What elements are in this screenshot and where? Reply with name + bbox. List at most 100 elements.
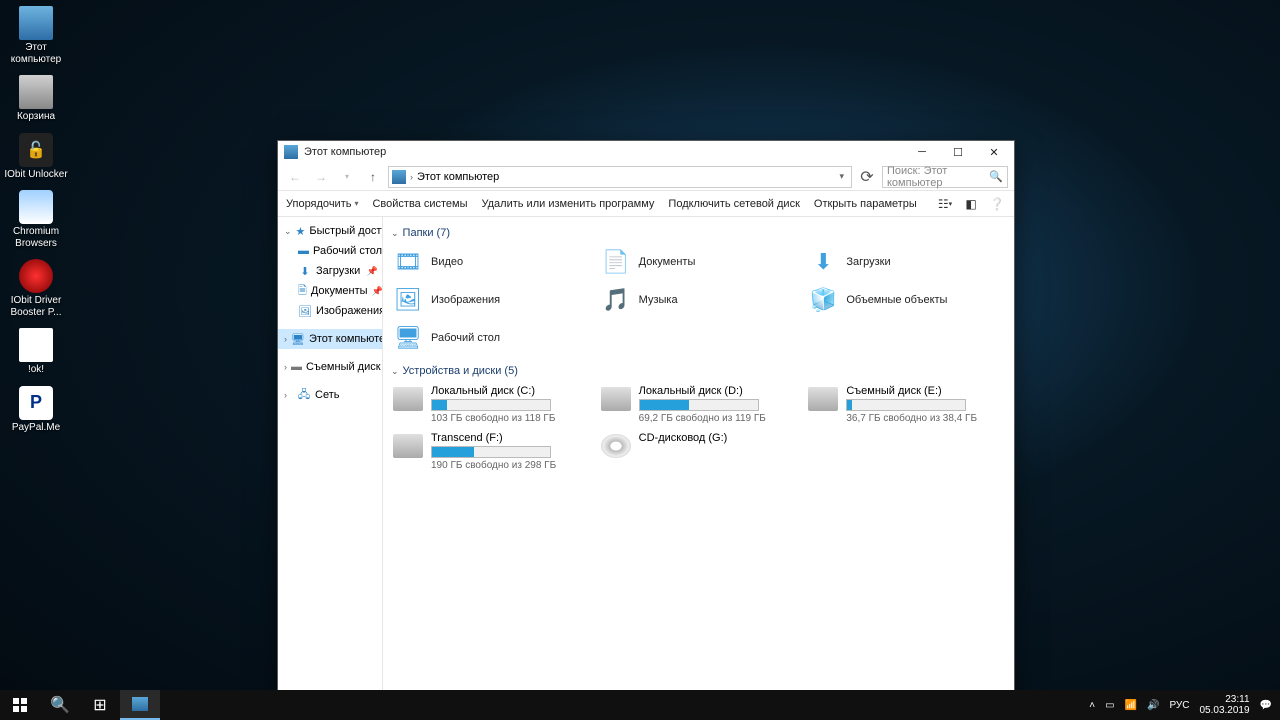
recent-locations-button[interactable]: ▾: [336, 166, 358, 188]
desktop-icon-iobit-unlocker[interactable]: 🔓IObit Unlocker: [4, 133, 68, 181]
folder-name: Видео: [431, 256, 463, 268]
desktop-icon-chromium[interactable]: Chromium Browsers: [4, 190, 68, 249]
desktop-icon: ▬: [298, 244, 309, 258]
maximize-button[interactable]: ☐: [940, 141, 976, 163]
folder-icon: 🎞: [393, 247, 423, 277]
drive-icon: [393, 434, 423, 458]
desktop-icon-paypal[interactable]: PPayPal.Me: [4, 386, 68, 434]
language-indicator[interactable]: РУС: [1169, 700, 1189, 711]
address-bar: ← → ▾ ↑ › Этот компьютер ▾ ⟳ Поиск: Этот…: [278, 163, 1014, 191]
notifications-button[interactable]: 💬: [1260, 700, 1272, 711]
capacity-bar: [431, 399, 551, 411]
folder-name: Загрузки: [846, 256, 890, 268]
refresh-button[interactable]: ⟳: [856, 166, 878, 188]
folder-item[interactable]: 📄Документы: [599, 245, 799, 279]
titlebar[interactable]: Этот компьютер ─ ☐ ✕: [278, 141, 1014, 163]
sidebar-item-removable[interactable]: ›▬Съемный диск (E:): [278, 357, 382, 377]
drive-name: Локальный диск (D:): [639, 385, 797, 397]
search-input[interactable]: Поиск: Этот компьютер 🔍: [882, 166, 1008, 188]
sidebar-item-quick-access[interactable]: ⌄★Быстрый доступ: [278, 221, 382, 241]
drive-item[interactable]: Локальный диск (C:)103 ГБ свободно из 11…: [391, 383, 591, 426]
desktop-icon-driver-booster[interactable]: IObit Driver Booster P...: [4, 259, 68, 318]
address-input[interactable]: › Этот компьютер ▾: [388, 166, 852, 188]
drive-name: Съемный диск (E:): [846, 385, 1004, 397]
clock[interactable]: 23:1105.03.2019: [1199, 694, 1249, 716]
folder-icon: 🖼: [393, 285, 423, 315]
folder-name: Изображения: [431, 294, 500, 306]
driver-booster-icon: [19, 259, 53, 293]
drive-item[interactable]: Съемный диск (E:)36,7 ГБ свободно из 38,…: [806, 383, 1006, 426]
toolbar: Упорядочить▾ Свойства системы Удалить ил…: [278, 191, 1014, 217]
window-title: Этот компьютер: [304, 146, 904, 158]
tray-chevron-up-icon[interactable]: ˄: [1089, 700, 1095, 711]
capacity-bar: [846, 399, 966, 411]
task-view-button[interactable]: ⊞: [80, 690, 120, 720]
drive-item[interactable]: CD-дисковод (G:): [599, 430, 799, 473]
drive-free-text: 103 ГБ свободно из 118 ГБ: [431, 413, 589, 424]
preview-pane-button[interactable]: ◧: [962, 195, 980, 213]
folder-item[interactable]: 🖥Рабочий стол: [391, 321, 591, 355]
pc-icon: [284, 145, 298, 159]
uninstall-program-button[interactable]: Удалить или изменить программу: [482, 198, 655, 210]
group-header-folders[interactable]: ⌄Папки (7): [391, 227, 1006, 239]
pictures-icon: 🖼: [298, 304, 312, 318]
taskbar: 🔍 ⊞ ˄ ▭ 📶 🔊 РУС 23:1105.03.2019 💬: [0, 690, 1280, 720]
download-icon: ⬇: [298, 264, 312, 278]
folder-item[interactable]: 🎞 Видео: [391, 245, 591, 279]
chevron-right-icon[interactable]: ›: [284, 390, 293, 400]
chevron-right-icon[interactable]: ›: [284, 334, 287, 344]
up-button[interactable]: ↑: [362, 166, 384, 188]
sidebar-item-this-pc[interactable]: ›🖥Этот компьютер: [278, 329, 382, 349]
view-options-button[interactable]: ☷▾: [936, 195, 954, 213]
desktop-icon-ok[interactable]: !ok!: [4, 328, 68, 376]
folder-item[interactable]: 🧊Объемные объекты: [806, 283, 1006, 317]
open-settings-button[interactable]: Открыть параметры: [814, 198, 917, 210]
paypal-icon: P: [19, 386, 53, 420]
sidebar-item-downloads[interactable]: ⬇Загрузки📌: [278, 261, 382, 281]
folder-icon: 🧊: [808, 285, 838, 315]
wifi-icon[interactable]: 📶: [1125, 700, 1137, 711]
forward-button[interactable]: →: [310, 166, 332, 188]
folder-name: Документы: [639, 256, 696, 268]
folder-item[interactable]: 🎵Музыка: [599, 283, 799, 317]
minimize-button[interactable]: ─: [904, 141, 940, 163]
desktop-icons: Этот компьютер Корзина 🔓IObit Unlocker C…: [4, 6, 68, 433]
start-button[interactable]: [0, 690, 40, 720]
chevron-down-icon[interactable]: ⌄: [284, 226, 292, 237]
help-button[interactable]: ❔: [988, 195, 1006, 213]
pc-icon: [19, 6, 53, 40]
folder-item[interactable]: 🖼 Изображения: [391, 283, 591, 317]
chevron-down-icon: ▾: [354, 199, 358, 208]
folder-item[interactable]: ⬇Загрузки: [806, 245, 1006, 279]
desktop-icon-this-pc[interactable]: Этот компьютер: [4, 6, 68, 65]
close-button[interactable]: ✕: [976, 141, 1012, 163]
back-button[interactable]: ←: [284, 166, 306, 188]
sidebar-item-pictures[interactable]: 🖼Изображения📌: [278, 301, 382, 321]
folder-name: Музыка: [639, 294, 678, 306]
group-header-devices[interactable]: ⌄Устройства и диски (5): [391, 365, 1006, 377]
network-icon: 🖧: [297, 388, 311, 402]
chevron-right-icon: ›: [410, 172, 413, 182]
chevron-right-icon[interactable]: ›: [284, 362, 287, 372]
sidebar-item-documents[interactable]: 🗎Документы📌: [278, 281, 382, 301]
sidebar-item-desktop[interactable]: ▬Рабочий стол📌: [278, 241, 382, 261]
drive-item[interactable]: Transcend (F:)190 ГБ свободно из 298 ГБ: [391, 430, 591, 473]
taskbar-item-explorer[interactable]: [120, 690, 160, 720]
address-drop-icon[interactable]: ▾: [835, 171, 848, 182]
folder-name: Рабочий стол: [431, 332, 500, 344]
organize-menu[interactable]: Упорядочить▾: [286, 198, 358, 210]
map-network-drive-button[interactable]: Подключить сетевой диск: [668, 198, 799, 210]
volume-icon[interactable]: 🔊: [1147, 700, 1159, 711]
search-button[interactable]: 🔍: [40, 690, 80, 720]
system-properties-button[interactable]: Свойства системы: [372, 198, 467, 210]
battery-icon[interactable]: ▭: [1105, 700, 1114, 711]
desktop-icon-recycle-bin[interactable]: Корзина: [4, 75, 68, 123]
search-placeholder: Поиск: Этот компьютер: [887, 165, 989, 189]
browser-icon: [19, 190, 53, 224]
drive-free-text: 69,2 ГБ свободно из 119 ГБ: [639, 413, 797, 424]
sidebar: ⌄★Быстрый доступ ▬Рабочий стол📌 ⬇Загрузк…: [278, 217, 383, 709]
pin-icon: 📌: [372, 286, 383, 297]
address-text: Этот компьютер: [417, 171, 499, 183]
drive-item[interactable]: Локальный диск (D:) 69,2 ГБ свободно из 1…: [599, 383, 799, 426]
sidebar-item-network[interactable]: ›🖧Сеть: [278, 385, 382, 405]
